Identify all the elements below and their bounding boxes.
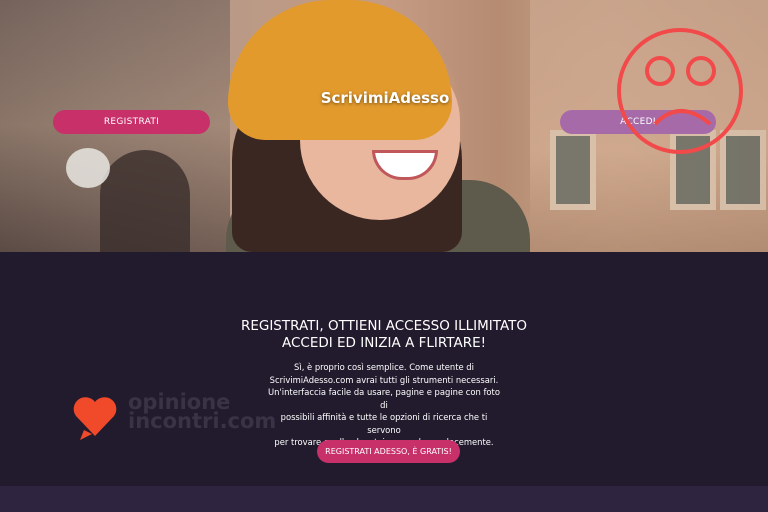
- hero-background-arch: [100, 150, 190, 252]
- paragraph-line: ScrivimiAdesso.com avrai tutti gli strum…: [269, 374, 499, 385]
- watermark-line: incontri.com: [128, 409, 277, 433]
- watermark-text: opinione incontri.com: [128, 392, 277, 433]
- site-logo[interactable]: ScrivimiAdesso: [300, 89, 470, 107]
- footer-strip: [0, 486, 768, 512]
- paragraph-line: Un'interfaccia facile da usare, pagine e…: [268, 387, 500, 410]
- headline-line: ACCEDI ED INIZIA A FLIRTARE!: [281, 335, 487, 351]
- window: [550, 130, 596, 210]
- intro-paragraph: Sì, è proprio così semplice. Come utente…: [264, 361, 504, 449]
- sad-face-icon: [617, 28, 743, 154]
- paragraph-line: possibili affinità e tutte le opzioni di…: [280, 412, 488, 435]
- hero-photo-hat: [228, 0, 452, 140]
- register-button[interactable]: REGISTRATI: [53, 110, 210, 134]
- paragraph-line: Sì, è proprio così semplice. Come utente…: [294, 362, 474, 372]
- register-now-button[interactable]: REGISTRATI ADESSO, È GRATIS!: [317, 440, 460, 463]
- page-headline: REGISTRATI, OTTIENI ACCESSO ILLIMITATO A…: [184, 318, 584, 352]
- hero-background-lamp: [66, 148, 110, 188]
- headline-line: REGISTRATI, OTTIENI ACCESSO ILLIMITATO: [240, 318, 528, 334]
